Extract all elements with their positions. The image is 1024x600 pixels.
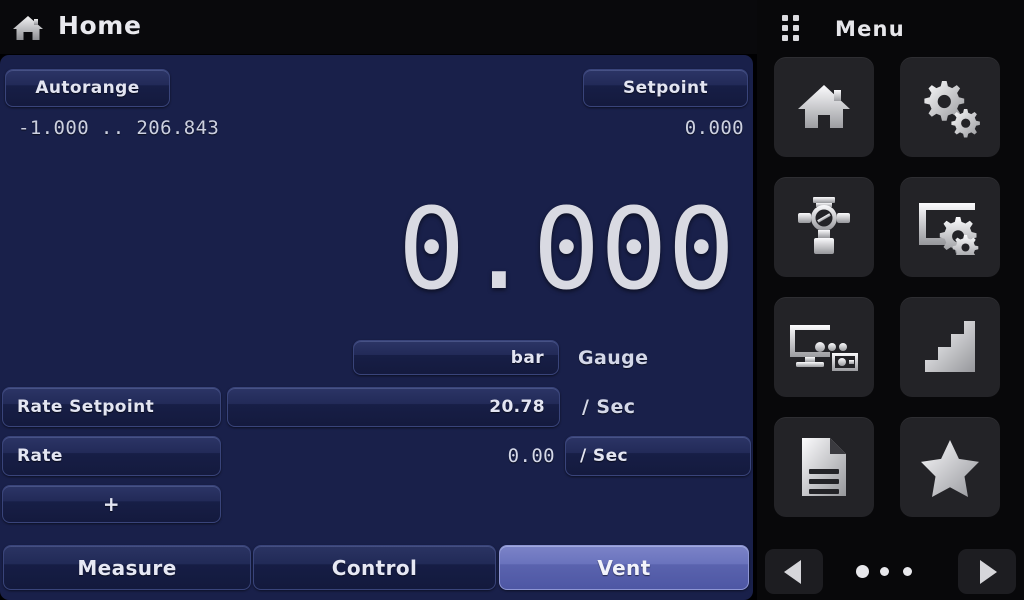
setpoint-button[interactable]: Setpoint	[583, 69, 748, 107]
add-row-button[interactable]: +	[2, 485, 221, 523]
tab-vent[interactable]: Vent	[499, 545, 749, 590]
triangle-right-icon	[980, 559, 997, 584]
next-page-button[interactable]	[958, 549, 1016, 594]
steps-icon	[925, 321, 975, 372]
rate-setpoint-value-button[interactable]: 20.78	[227, 387, 560, 427]
menu-sidebar: Menu	[757, 0, 1024, 600]
main-area: Home Autorange Setpoint -1.000 .. 206.84…	[0, 0, 757, 600]
tile-regulator[interactable]	[774, 177, 874, 277]
display-settings-icon	[919, 203, 979, 255]
range-display: -1.000 .. 206.843	[18, 117, 220, 139]
tile-settings[interactable]	[900, 57, 1000, 157]
tile-document[interactable]	[774, 417, 874, 517]
tile-home[interactable]	[774, 57, 874, 157]
rate-setpoint-label-button[interactable]: Rate Setpoint	[2, 387, 221, 427]
grid-dots-icon[interactable]	[782, 15, 806, 41]
autorange-button[interactable]: Autorange	[5, 69, 170, 107]
document-icon	[802, 438, 846, 496]
rate-label-button[interactable]: Rate	[2, 436, 221, 476]
units-button[interactable]: bar	[353, 340, 559, 375]
measurement-panel: Autorange Setpoint -1.000 .. 206.843 0.0…	[0, 55, 753, 600]
setpoint-value: 0.000	[684, 117, 744, 139]
page-indicator-dots	[856, 565, 928, 581]
tile-remote[interactable]	[774, 297, 874, 397]
gears-icon	[924, 81, 980, 138]
tile-favorites[interactable]	[900, 417, 1000, 517]
rate-value: 0.00	[507, 445, 555, 467]
tab-control[interactable]: Control	[253, 545, 496, 590]
remote-devices-icon	[790, 325, 858, 371]
page-title: Home	[58, 11, 142, 40]
pressure-mode-label: Gauge	[578, 346, 649, 369]
home-icon	[798, 85, 850, 128]
tile-steps[interactable]	[900, 297, 1000, 397]
prev-page-button[interactable]	[765, 549, 823, 594]
menu-title: Menu	[835, 17, 905, 41]
pressure-reading: 0.000	[397, 185, 735, 315]
title-bar: Home	[0, 0, 757, 54]
triangle-left-icon	[784, 559, 801, 584]
rate-setpoint-unit-label: / Sec	[582, 396, 636, 418]
tile-display-settings[interactable]	[900, 177, 1000, 277]
pressure-regulator-icon	[798, 197, 850, 254]
app-root: Home Autorange Setpoint -1.000 .. 206.84…	[0, 0, 1024, 600]
home-icon[interactable]	[8, 8, 48, 48]
rate-unit-button[interactable]: / Sec	[565, 436, 751, 476]
star-icon	[921, 440, 979, 497]
tab-measure[interactable]: Measure	[3, 545, 251, 590]
